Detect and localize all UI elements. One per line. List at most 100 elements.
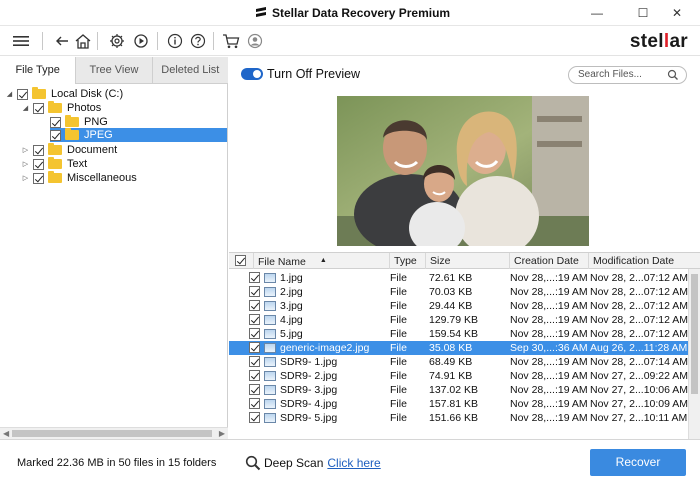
tree-item-document[interactable]: ▷ Document	[21, 143, 117, 157]
deep-scan-area: Deep Scan Click here	[245, 455, 381, 471]
creation-date-cell: Nov 28,...:19 AM	[510, 286, 588, 298]
account-icon[interactable]	[244, 30, 266, 52]
search-placeholder: Search Files...	[578, 69, 642, 80]
creation-date-cell: Nov 28,...:19 AM	[510, 272, 588, 284]
row-checkbox[interactable]	[249, 412, 260, 423]
vertical-scrollbar[interactable]	[688, 269, 700, 441]
tree-checkbox[interactable]	[33, 158, 44, 170]
table-row[interactable]: 1.jpg File 72.61 KB Nov 28,...:19 AM Nov 28,…	[229, 271, 700, 285]
tree-item-label: Document	[67, 144, 118, 156]
info-icon[interactable]	[164, 30, 186, 52]
file-size-cell: 72.61 KB	[429, 272, 473, 284]
search-files-input[interactable]: Search Files...	[568, 66, 687, 84]
tree-checkbox[interactable]	[33, 172, 44, 184]
tree-item-jpeg[interactable]: JPEG	[50, 128, 227, 142]
home-icon[interactable]	[72, 30, 94, 52]
tab-file-type[interactable]: File Type	[0, 57, 76, 84]
right-pane: Turn Off Preview Search Files... File Na…	[229, 57, 700, 441]
preview-toggle[interactable]	[241, 68, 263, 80]
row-checkbox[interactable]	[249, 342, 260, 353]
table-row[interactable]: 4.jpg File 129.79 KB Nov 28,...:19 AM Nov 28…	[229, 313, 700, 327]
row-checkbox[interactable]	[249, 286, 260, 297]
tree-item-miscellaneous[interactable]: ▷ Miscellaneous	[21, 171, 137, 185]
file-size-cell: 159.54 KB	[429, 328, 479, 340]
row-checkbox[interactable]	[249, 300, 260, 311]
tree-item-text[interactable]: ▷ Text	[21, 157, 87, 171]
help-icon[interactable]	[187, 30, 209, 52]
modification-date-cell: Aug 26, 2...11:28 AM	[590, 342, 688, 354]
tree-checkbox[interactable]	[33, 102, 44, 114]
tab-deleted-list[interactable]: Deleted List	[151, 57, 228, 84]
row-checkbox[interactable]	[249, 356, 260, 367]
column-header-modification-date[interactable]: Modification Date	[588, 253, 688, 269]
tab-tree-view[interactable]: Tree View	[75, 57, 152, 84]
file-type-cell: File	[390, 356, 407, 368]
file-type-cell: File	[390, 412, 407, 424]
table-row[interactable]: SDR9- 4.jpg File 157.81 KB Nov 28,...:19 AM…	[229, 397, 700, 411]
file-name-cell: 3.jpg	[280, 300, 303, 312]
row-checkbox[interactable]	[249, 384, 260, 395]
scroll-right-icon[interactable]: ▶	[219, 429, 225, 438]
row-checkbox[interactable]	[249, 272, 260, 283]
settings-icon[interactable]	[106, 30, 128, 52]
image-file-icon	[264, 287, 276, 297]
cart-icon[interactable]	[220, 30, 242, 52]
tree-checkbox[interactable]	[17, 88, 28, 100]
deep-scan-link[interactable]: Click here	[327, 456, 380, 470]
row-checkbox[interactable]	[249, 398, 260, 409]
table-row[interactable]: SDR9- 2.jpg File 74.91 KB Nov 28,...:19 AM N…	[229, 369, 700, 383]
table-row[interactable]: 3.jpg File 29.44 KB Nov 28,...:19 AM Nov 28,…	[229, 299, 700, 313]
play-icon[interactable]	[130, 30, 152, 52]
folder-icon	[65, 115, 79, 127]
search-icon[interactable]	[667, 68, 679, 82]
scrollbar-thumb[interactable]	[12, 430, 212, 437]
creation-date-cell: Nov 28,...:19 AM	[510, 300, 588, 312]
expand-arrow-icon[interactable]: ▷	[21, 160, 30, 168]
expand-arrow-icon[interactable]: ▷	[21, 174, 30, 182]
table-row[interactable]: 5.jpg File 159.54 KB Nov 28,...:19 AM Nov 28…	[229, 327, 700, 341]
column-header-file-name[interactable]: File Name ▲	[253, 253, 389, 269]
title-bar: Stellar Data Recovery Premium — ☐ ✕	[0, 0, 700, 26]
scrollbar-thumb[interactable]	[691, 274, 698, 394]
file-type-cell: File	[390, 384, 407, 396]
toolbar-divider	[42, 32, 43, 50]
table-row[interactable]: SDR9- 5.jpg File 151.66 KB Nov 28,...:19 AM…	[229, 411, 700, 425]
column-header-size[interactable]: Size	[425, 253, 509, 269]
expand-arrow-icon[interactable]: ▷	[21, 146, 30, 154]
row-checkbox[interactable]	[249, 314, 260, 325]
scroll-left-icon[interactable]: ◀	[3, 429, 9, 438]
minimize-button[interactable]: —	[574, 0, 620, 26]
recover-button[interactable]: Recover	[590, 449, 686, 476]
creation-date-cell: Nov 28,...:19 AM	[510, 314, 588, 326]
row-checkbox[interactable]	[249, 370, 260, 381]
table-row[interactable]: generic-image2.jpg File 35.08 KB Sep 30,...…	[229, 341, 700, 355]
select-all-checkbox[interactable]	[235, 255, 246, 266]
table-row[interactable]: SDR9- 3.jpg File 137.02 KB Nov 28,...:19 AM…	[229, 383, 700, 397]
tree-item-photos[interactable]: ◢ Photos	[21, 101, 101, 115]
horizontal-scrollbar[interactable]: ◀ ▶	[0, 427, 228, 439]
table-row[interactable]: 2.jpg File 70.03 KB Nov 28,...:19 AM Nov 28,…	[229, 285, 700, 299]
tree-checkbox[interactable]	[33, 144, 44, 156]
back-icon[interactable]	[51, 30, 73, 52]
collapse-arrow-icon[interactable]: ◢	[21, 104, 30, 112]
sort-ascending-icon[interactable]: ▲	[320, 257, 327, 264]
tree-item-local-disk[interactable]: ◢ Local Disk (C:)	[5, 87, 123, 101]
tree-checkbox[interactable]	[50, 116, 61, 128]
tree-item-png[interactable]: PNG	[50, 115, 108, 129]
column-header-creation-date[interactable]: Creation Date	[509, 253, 588, 269]
tree-item-label: Miscellaneous	[67, 172, 137, 184]
collapse-arrow-icon[interactable]: ◢	[5, 90, 14, 98]
folder-icon	[48, 143, 62, 155]
modification-date-cell: Nov 28, 2...07:12 AM	[590, 272, 689, 284]
table-row[interactable]: SDR9- 1.jpg File 68.49 KB Nov 28,...:19 AM N…	[229, 355, 700, 369]
modification-date-cell: Nov 28, 2...07:12 AM	[590, 286, 689, 298]
menu-icon[interactable]	[10, 30, 32, 52]
column-header-type[interactable]: Type	[389, 253, 425, 269]
close-button[interactable]: ✕	[654, 0, 700, 26]
tree-checkbox[interactable]	[50, 129, 61, 141]
file-name-cell: generic-image2.jpg	[280, 342, 370, 354]
image-file-icon	[264, 399, 276, 409]
modification-date-cell: Nov 28, 2...07:14 AM	[590, 356, 689, 368]
file-name-cell: SDR9- 5.jpg	[280, 412, 338, 424]
row-checkbox[interactable]	[249, 328, 260, 339]
